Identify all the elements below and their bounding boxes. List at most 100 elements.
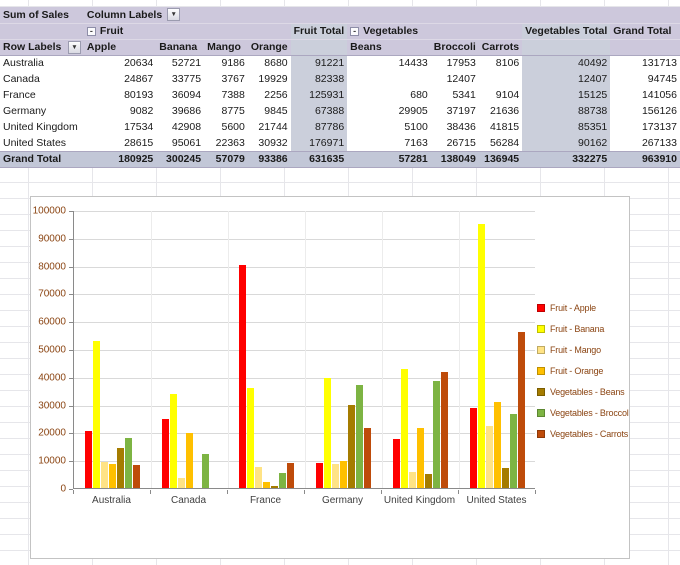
value-cell[interactable]: 5100 [347,119,431,135]
value-cell[interactable]: 15125 [522,87,611,103]
bar[interactable] [255,467,262,488]
bar[interactable] [364,428,371,488]
value-cell[interactable]: 138049 [430,150,479,168]
row-label-cell[interactable]: France [0,87,84,103]
row-label-cell[interactable]: Grand Total [0,150,84,168]
pivot-title-cell[interactable]: Sum of Sales [0,7,84,24]
value-cell[interactable]: 332275 [522,150,611,168]
column-labels-cell[interactable]: Column Labels ▼ [83,7,680,24]
bar[interactable] [279,473,286,488]
bar[interactable] [494,402,501,488]
value-cell[interactable]: 26715 [431,135,479,151]
row-label-cell[interactable]: Canada [0,71,84,87]
value-cell[interactable]: 8775 [204,103,248,119]
value-cell[interactable]: 9186 [204,55,248,71]
value-cell[interactable]: 173137 [610,119,680,135]
value-cell[interactable]: 8106 [479,55,522,71]
legend-item[interactable]: Vegetables - Carrots [537,423,629,444]
value-cell[interactable]: 17534 [84,119,156,135]
bar[interactable] [202,454,209,488]
value-cell[interactable]: 29905 [347,103,431,119]
value-cell[interactable]: 5600 [204,119,248,135]
bar[interactable] [93,341,100,488]
value-cell[interactable]: 21744 [248,119,291,135]
value-cell[interactable]: 24867 [84,71,156,87]
bar[interactable] [239,265,246,488]
bar[interactable] [186,433,193,488]
vegetables-group-cell[interactable]: - Vegetables [347,23,523,40]
value-cell[interactable]: 136945 [478,150,523,168]
value-cell[interactable]: 5341 [431,87,479,103]
value-cell[interactable]: 963910 [610,150,680,168]
col-header-carrots[interactable]: Carrots [478,39,523,56]
value-cell[interactable]: 36094 [156,87,204,103]
value-cell[interactable]: 95061 [156,135,204,151]
value-cell[interactable]: 20634 [84,55,156,71]
bar[interactable] [356,385,363,488]
bar[interactable] [441,372,448,488]
vegetables-total-header[interactable]: Vegetables Total [522,23,611,40]
value-cell[interactable]: 14433 [347,55,431,71]
fruit-total-header[interactable]: Fruit Total [290,23,348,40]
bar[interactable] [101,462,108,488]
bar[interactable] [332,464,339,488]
col-header-beans[interactable]: Beans [347,39,431,56]
value-cell[interactable]: 41815 [479,119,522,135]
bar[interactable] [502,468,509,488]
bar[interactable] [178,478,185,488]
value-cell[interactable]: 40492 [522,55,611,71]
value-cell[interactable]: 38436 [431,119,479,135]
bar[interactable] [417,428,424,488]
bar[interactable] [409,472,416,488]
value-cell[interactable]: 39686 [156,103,204,119]
value-cell[interactable]: 3767 [204,71,248,87]
row-labels-dropdown-button[interactable]: ▼ [67,40,81,54]
value-cell[interactable]: 67388 [290,103,348,119]
bar[interactable] [125,438,132,488]
value-cell[interactable]: 680 [347,87,431,103]
col-header-mango[interactable]: Mango [204,39,248,56]
value-cell[interactable]: 87786 [290,119,348,135]
grand-total-header[interactable]: Grand Total [610,23,680,40]
value-cell[interactable]: 33775 [156,71,204,87]
bar[interactable] [433,381,440,488]
value-cell[interactable]: 37197 [431,103,479,119]
value-cell[interactable]: 176971 [290,135,348,151]
legend-item[interactable]: Fruit - Orange [537,360,629,381]
fruit-group-cell[interactable]: - Fruit [83,23,291,40]
value-cell[interactable]: 57281 [347,150,431,168]
col-header-orange[interactable]: Orange [247,39,291,56]
value-cell[interactable]: 30932 [248,135,291,151]
collapse-fruit-button[interactable]: - [86,26,96,36]
bar[interactable] [117,448,124,488]
value-cell[interactable]: 300245 [156,150,205,168]
value-cell[interactable]: 90162 [522,135,611,151]
value-cell[interactable]: 82338 [290,71,348,87]
value-cell[interactable]: 9104 [479,87,522,103]
value-cell[interactable]: 9082 [84,103,156,119]
bar[interactable] [170,394,177,488]
bar[interactable] [133,465,140,488]
value-cell[interactable]: 8680 [248,55,291,71]
bar[interactable] [247,388,254,488]
value-cell[interactable]: 12407 [522,71,611,87]
value-cell[interactable]: 88738 [522,103,611,119]
value-cell[interactable]: 56284 [479,135,522,151]
bar[interactable] [425,474,432,488]
value-cell[interactable]: 93386 [247,150,291,168]
bar[interactable] [287,463,294,488]
value-cell[interactable]: 57079 [204,150,248,168]
bar[interactable] [324,378,331,488]
value-cell[interactable]: 125931 [290,87,348,103]
value-cell[interactable]: 91221 [290,55,348,71]
value-cell[interactable]: 19929 [248,71,291,87]
row-label-cell[interactable]: Australia [0,55,84,71]
row-label-cell[interactable]: United Kingdom [0,119,84,135]
legend-item[interactable]: Vegetables - Broccoli [537,402,629,423]
bar[interactable] [510,414,517,488]
col-header-broccoli[interactable]: Broccoli [430,39,479,56]
value-cell[interactable]: 631635 [290,150,348,168]
col-header-banana[interactable]: Banana [156,39,205,56]
bar[interactable] [85,431,92,488]
value-cell[interactable]: 22363 [204,135,248,151]
